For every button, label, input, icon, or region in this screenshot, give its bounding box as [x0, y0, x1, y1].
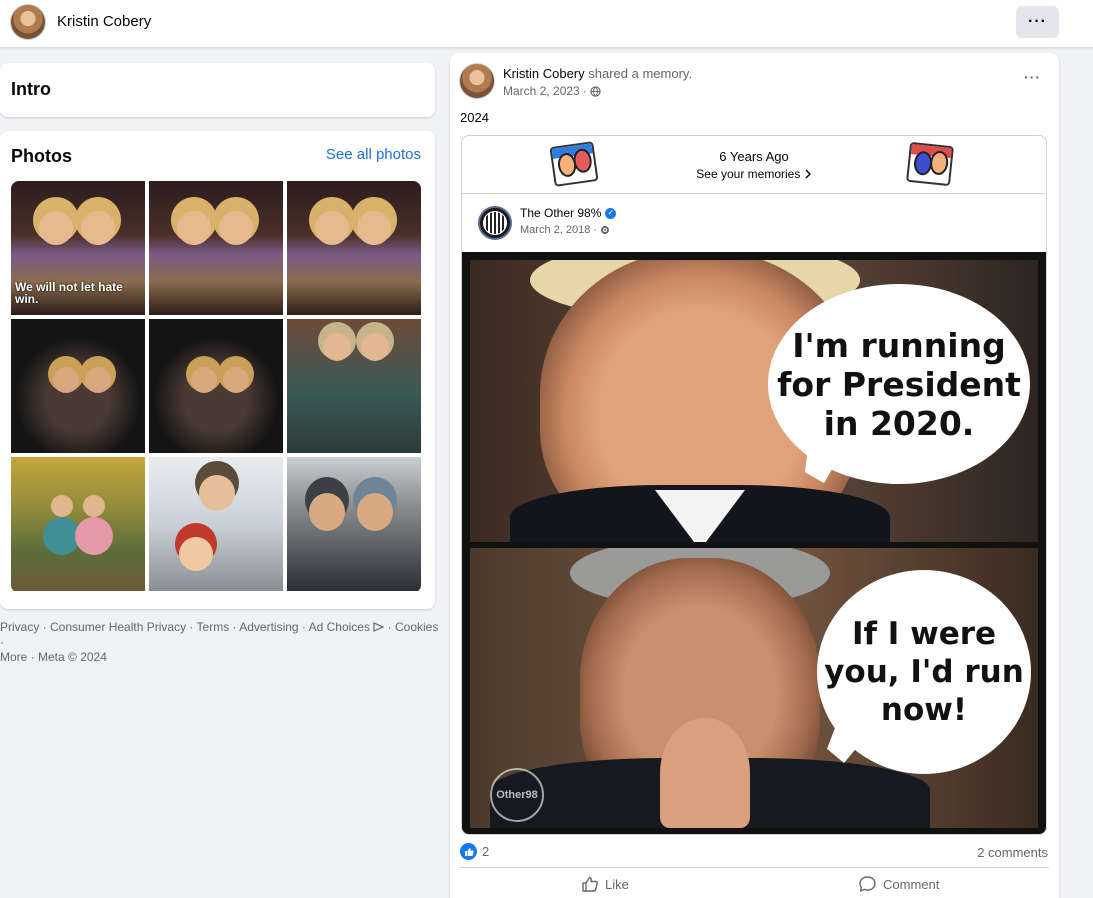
post-action-text: shared a memory. — [588, 66, 693, 81]
shared-post-date[interactable]: March 2, 2018 — [520, 224, 590, 236]
meme-bottom-panel: If I were you, I'd run now! Other98 — [470, 548, 1038, 828]
profile-name[interactable]: Kristin Cobery — [57, 13, 151, 30]
more-options-button[interactable]: ··· — [1016, 6, 1059, 38]
post-divider — [460, 867, 1049, 868]
intro-title: Intro — [11, 79, 51, 99]
chevron-right-icon — [805, 169, 811, 179]
post-card: Kristin Cobery shared a memory. March 2,… — [450, 53, 1059, 898]
photos-title: Photos — [11, 146, 72, 166]
photo-thumbnail[interactable] — [149, 181, 283, 315]
photo-thumbnail[interactable]: We will not let hate win. — [11, 181, 145, 315]
footer-link-terms[interactable]: Terms — [197, 620, 230, 634]
photo-caption: We will not let hate win. — [15, 280, 123, 306]
like-count: 2 — [482, 844, 490, 859]
shared-post-meta: March 2, 2018 · — [520, 224, 610, 236]
photo-thumbnail[interactable] — [287, 457, 421, 591]
verified-badge-icon: ✓ — [605, 207, 617, 219]
footer-links: Privacy · Consumer Health Privacy · Term… — [0, 620, 439, 664]
intro-card: Intro — [0, 63, 435, 117]
post-date[interactable]: March 2, 2023 — [503, 84, 580, 98]
photo-thumbnail[interactable] — [149, 457, 283, 591]
meme-top-panel: I'm running for President in 2020. — [470, 260, 1038, 542]
profile-avatar[interactable] — [10, 4, 46, 40]
memory-attachment: 6 Years Ago See your memories The Other … — [461, 135, 1047, 835]
meme-image[interactable]: I'm running for President in 2020. If I … — [462, 252, 1046, 834]
photo-grid: We will not let hate win. — [11, 181, 421, 593]
footer-link-privacy[interactable]: Privacy — [0, 620, 39, 634]
comment-bubble-icon — [859, 876, 876, 892]
photo-thumbnail[interactable] — [287, 319, 421, 453]
see-your-memories-link[interactable]: See your memories — [462, 167, 1046, 181]
photo-thumbnail[interactable] — [11, 457, 145, 591]
comments-count-link[interactable]: 2 comments — [977, 845, 1048, 860]
settings-gear-icon — [601, 226, 609, 234]
comment-button-label: Comment — [883, 876, 940, 892]
see-your-memories-label: See your memories — [696, 167, 801, 181]
footer-link-advertising[interactable]: Advertising — [239, 620, 298, 634]
post-author-name[interactable]: Kristin Cobery — [503, 66, 585, 81]
photo-thumbnail[interactable] — [11, 319, 145, 453]
globe-icon — [590, 85, 601, 97]
memory-years-ago: 6 Years Ago — [719, 149, 789, 164]
memory-sticker-icon — [906, 141, 954, 187]
other98-watermark-logo: Other98 — [490, 768, 544, 822]
post-author-line: Kristin Cobery shared a memory. — [503, 66, 692, 81]
photos-card: Photos See all photos We will not let ha… — [0, 131, 435, 609]
footer-link-more[interactable]: More — [0, 650, 27, 664]
reactions-summary[interactable]: 2 — [460, 843, 489, 860]
post-meta: March 2, 2023 · — [503, 84, 601, 98]
like-button-label: Like — [605, 876, 629, 892]
footer-link-consumer-health-privacy[interactable]: Consumer Health Privacy — [50, 620, 186, 634]
thumbs-up-icon — [582, 876, 598, 892]
ad-choices-icon — [373, 622, 385, 632]
profile-header-bar: Kristin Cobery ··· — [0, 0, 1093, 48]
photo-thumbnail[interactable] — [149, 319, 283, 453]
footer-copyright: Meta © 2024 — [38, 650, 107, 664]
post-text: 2024 — [460, 110, 489, 125]
shared-page-avatar[interactable] — [478, 206, 512, 240]
photo-thumbnail[interactable] — [287, 181, 421, 315]
footer-link-cookies[interactable]: Cookies — [395, 620, 438, 634]
comment-button[interactable]: Comment — [858, 875, 939, 893]
like-button[interactable]: Like — [581, 875, 629, 893]
speech-bubble-top: I'm running for President in 2020. — [768, 284, 1030, 484]
post-author-avatar[interactable] — [459, 63, 495, 99]
post-options-button[interactable]: ··· — [1024, 69, 1041, 85]
shared-page-line: The Other 98% ✓ — [520, 206, 617, 220]
see-all-photos-link[interactable]: See all photos — [326, 146, 421, 163]
memory-header[interactable]: 6 Years Ago See your memories — [462, 136, 1046, 194]
like-reaction-icon — [460, 843, 477, 860]
shared-page-name[interactable]: The Other 98% — [520, 206, 601, 220]
speech-bubble-bottom: If I were you, I'd run now! — [817, 570, 1031, 774]
footer-link-ad-choices[interactable]: Ad Choices — [309, 620, 370, 634]
